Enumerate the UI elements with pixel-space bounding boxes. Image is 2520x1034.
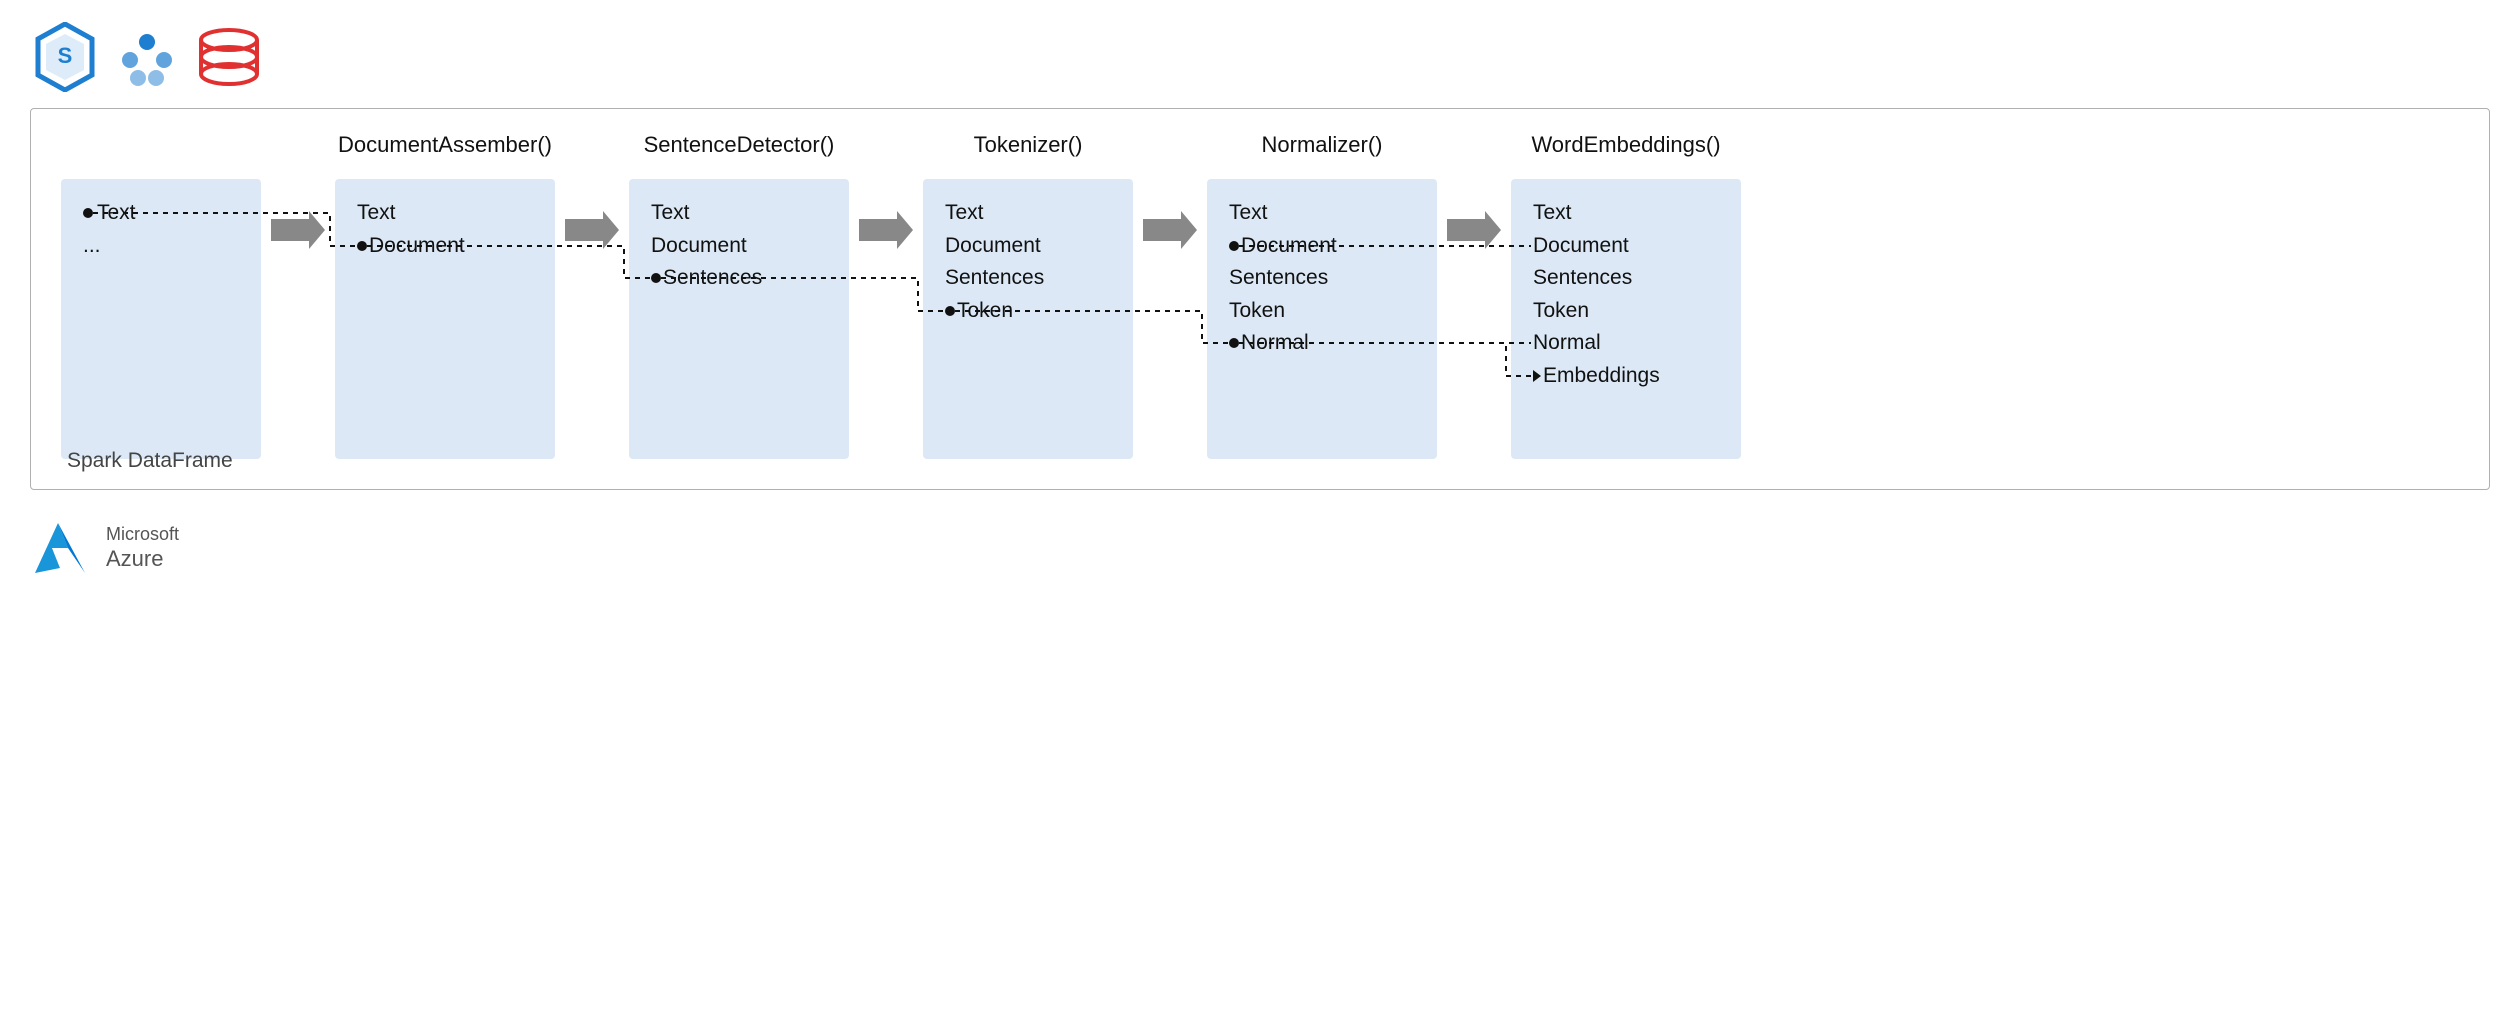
arrow-3-4 xyxy=(1133,211,1207,249)
field-norm-normal: Normal xyxy=(1229,327,1415,360)
azure-logo-icon xyxy=(30,518,90,578)
azure-text-block: Microsoft Azure xyxy=(106,524,179,572)
label-word-embeddings: WordEmbeddings() xyxy=(1511,129,1741,161)
arrow-2-3 xyxy=(849,211,923,249)
arrow-4-5 xyxy=(1437,211,1511,249)
field-we-text: Text xyxy=(1533,197,1719,230)
stage-word-embeddings: Text Document Sentences Token Normal Emb… xyxy=(1511,179,1741,459)
microsoft-label: Microsoft xyxy=(106,524,179,546)
field-sd-document: Document xyxy=(651,230,827,263)
field-tok-document: Document xyxy=(945,230,1111,263)
field-norm-token: Token xyxy=(1229,295,1415,328)
arrow-0-1 xyxy=(261,211,335,249)
top-logos-bar: S xyxy=(0,0,2520,108)
arrow-1-2 xyxy=(555,211,629,249)
field-da-document: Document xyxy=(357,230,533,263)
field-norm-sentences: Sentences xyxy=(1229,262,1415,295)
field-sd-text: Text xyxy=(651,197,827,230)
field-tok-token: Token xyxy=(945,295,1111,328)
field-input-ellipsis: ... xyxy=(83,230,239,263)
spark-logo-icon: S xyxy=(30,22,100,92)
bottom-branding: Microsoft Azure xyxy=(0,490,2520,578)
redis-logo-icon xyxy=(194,22,264,92)
field-norm-document: Document xyxy=(1229,230,1415,263)
field-tok-text: Text xyxy=(945,197,1111,230)
stage-document-assembler: Text Document xyxy=(335,179,555,459)
field-we-document: Document xyxy=(1533,230,1719,263)
azure-label: Azure xyxy=(106,546,179,572)
field-sd-sentences: Sentences xyxy=(651,262,827,295)
label-tokenizer: Tokenizer() xyxy=(923,129,1133,161)
svg-text:S: S xyxy=(58,43,73,68)
main-diagram: DocumentAssember() SentenceDetector() To… xyxy=(30,108,2490,490)
field-we-token: Token xyxy=(1533,295,1719,328)
label-sentence-detector: SentenceDetector() xyxy=(629,129,849,161)
field-norm-text: Text xyxy=(1229,197,1415,230)
field-we-sentences: Sentences xyxy=(1533,262,1719,295)
databricks-logo-icon xyxy=(112,22,182,92)
label-normalizer: Normalizer() xyxy=(1207,129,1437,161)
field-input-text: Text xyxy=(83,197,239,230)
label-document-assembler: DocumentAssember() xyxy=(335,129,555,161)
field-da-text: Text xyxy=(357,197,533,230)
stage-tokenizer: Text Document Sentences Token xyxy=(923,179,1133,459)
field-tok-sentences: Sentences xyxy=(945,262,1111,295)
field-we-embeddings: Embeddings xyxy=(1533,360,1719,393)
spark-dataframe-label: Spark DataFrame xyxy=(67,449,233,473)
stage-normalizer: Text Document Sentences Token Normal xyxy=(1207,179,1437,459)
stage-sentence-detector: Text Document Sentences xyxy=(629,179,849,459)
field-we-normal: Normal xyxy=(1533,327,1719,360)
stage-input: Text ... xyxy=(61,179,261,459)
